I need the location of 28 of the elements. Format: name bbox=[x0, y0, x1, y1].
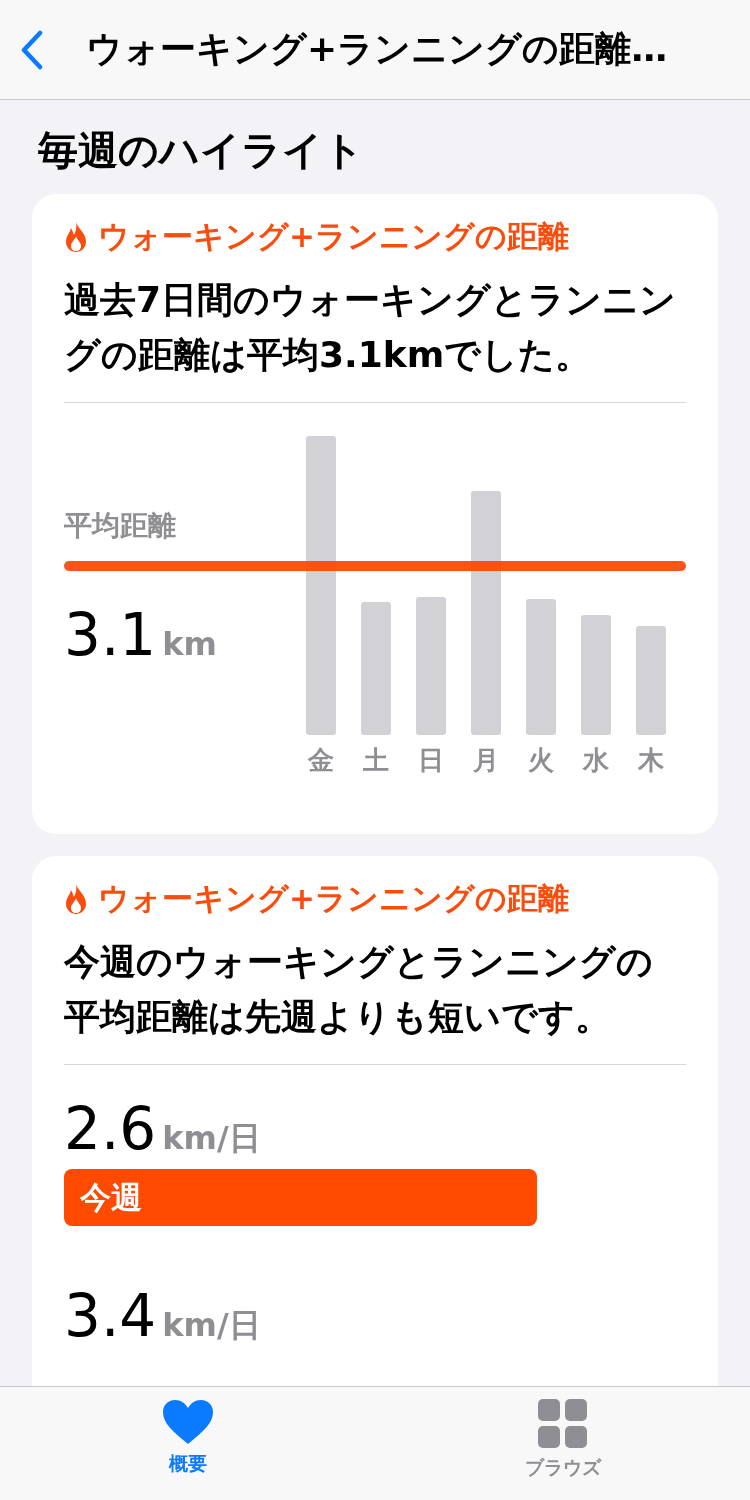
section-title: 毎週のハイライト bbox=[38, 126, 365, 175]
back-icon[interactable] bbox=[20, 29, 44, 70]
summary-text: 今週のウォーキングとランニングの平均距離は先週よりも短いです。 bbox=[64, 940, 654, 1039]
tab[interactable]: ブラウズ bbox=[375, 1387, 750, 1500]
distance-value: 3.4 bbox=[64, 1282, 157, 1350]
grid-icon bbox=[537, 1399, 588, 1449]
tab[interactable]: 概要 bbox=[0, 1387, 375, 1500]
flame-icon bbox=[64, 883, 88, 915]
day-label: 土 bbox=[363, 745, 389, 773]
heart-icon bbox=[161, 1399, 214, 1445]
average-value: 3.1 bbox=[64, 601, 157, 669]
category-label: ウォーキング+ランニングの距離 bbox=[98, 217, 569, 256]
day-label: 火 bbox=[528, 745, 554, 773]
day-label: 水 bbox=[583, 745, 609, 773]
flame-icon bbox=[64, 221, 88, 253]
average-label: 平均距離 bbox=[64, 508, 177, 544]
day-label: 月 bbox=[473, 745, 499, 773]
unit-label: km bbox=[162, 625, 217, 663]
summary-text: 過去7日間のウォーキングとランニングの距離は平均3.1kmでした。 bbox=[64, 278, 678, 377]
distance-value: 2.6 bbox=[64, 1095, 157, 1163]
day-label: 木 bbox=[638, 745, 664, 773]
unit-label: km/日 bbox=[162, 1118, 261, 1159]
day-label: 日 bbox=[418, 745, 444, 773]
category-label: ウォーキング+ランニングの距離 bbox=[98, 879, 569, 918]
nav-title: ウォーキング+ランニングの距離… bbox=[86, 27, 668, 71]
unit-label: km/日 bbox=[162, 1305, 261, 1346]
day-label: 金 bbox=[308, 745, 334, 773]
bar-label: 今週 bbox=[80, 1177, 142, 1217]
